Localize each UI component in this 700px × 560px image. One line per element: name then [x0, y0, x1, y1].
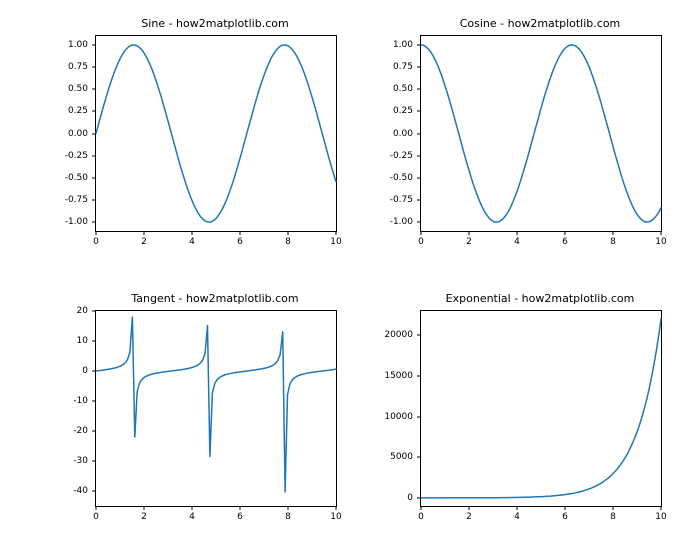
y-tick-label: 20000 — [363, 330, 413, 340]
plot-area — [421, 311, 661, 506]
cosine-curve — [421, 45, 661, 222]
plot-area — [421, 36, 661, 231]
plot-area — [96, 311, 336, 506]
axes-box: 0246810 -1.00-0.75-0.50-0.250.000.250.50… — [420, 35, 662, 232]
chart-title: Cosine - how2matplotlib.com — [420, 17, 660, 30]
y-tick-label: -0.50 — [38, 173, 88, 183]
chart-title: Tangent - how2matplotlib.com — [95, 292, 335, 305]
y-tick-label: -40 — [38, 486, 88, 496]
y-tick-label: 0.25 — [38, 106, 88, 116]
x-tick-label: 0 — [418, 237, 424, 247]
x-tick-label: 4 — [189, 237, 195, 247]
subplot-exponential: Exponential - how2matplotlib.com 0246810… — [420, 310, 660, 505]
y-tick-label: 0.50 — [38, 84, 88, 94]
chart-title: Sine - how2matplotlib.com — [95, 17, 335, 30]
x-tick-label: 2 — [466, 512, 472, 522]
x-tick-label: 8 — [610, 237, 616, 247]
y-tick-label: 0.75 — [38, 62, 88, 72]
x-tick-label: 10 — [330, 512, 341, 522]
x-tick-label: 6 — [562, 237, 568, 247]
figure: Sine - how2matplotlib.com 0246810 -1.00-… — [0, 0, 700, 560]
y-tick-label: 0.25 — [363, 106, 413, 116]
x-tick-label: 6 — [237, 512, 243, 522]
y-tick-label: 10000 — [363, 412, 413, 422]
x-tick-label: 8 — [285, 237, 291, 247]
x-tick-label: 6 — [237, 237, 243, 247]
subplot-sine: Sine - how2matplotlib.com 0246810 -1.00-… — [95, 35, 335, 230]
y-tick-label: 0.00 — [363, 129, 413, 139]
y-tick-label: -20 — [38, 426, 88, 436]
y-tick-label: -0.75 — [363, 195, 413, 205]
x-tick-label: 2 — [141, 512, 147, 522]
y-tick-label: 15000 — [363, 371, 413, 381]
y-tick-label: 0.00 — [38, 129, 88, 139]
x-tick-label: 2 — [466, 237, 472, 247]
y-tick-label: -0.50 — [363, 173, 413, 183]
x-tick-label: 4 — [189, 512, 195, 522]
y-tick-label: 1.00 — [38, 40, 88, 50]
x-tick-label: 2 — [141, 237, 147, 247]
y-tick-label: -0.25 — [38, 151, 88, 161]
y-tick-label: 0.75 — [363, 62, 413, 72]
x-tick-label: 8 — [285, 512, 291, 522]
x-tick-label: 8 — [610, 512, 616, 522]
chart-title: Exponential - how2matplotlib.com — [420, 292, 660, 305]
axes-box: 0246810 -1.00-0.75-0.50-0.250.000.250.50… — [95, 35, 337, 232]
x-tick-label: 4 — [514, 512, 520, 522]
y-tick-label: 0 — [363, 493, 413, 503]
x-tick-label: 6 — [562, 512, 568, 522]
x-tick-label: 10 — [655, 512, 666, 522]
y-tick-label: -0.25 — [363, 151, 413, 161]
exponential-curve — [421, 319, 661, 498]
x-tick-label: 10 — [330, 237, 341, 247]
plot-area — [96, 36, 336, 231]
y-tick-label: 10 — [38, 336, 88, 346]
y-tick-label: 1.00 — [363, 40, 413, 50]
sine-curve — [96, 45, 336, 222]
x-tick-label: 0 — [93, 512, 99, 522]
x-tick-label: 4 — [514, 237, 520, 247]
x-tick-label: 0 — [418, 512, 424, 522]
y-tick-label: -1.00 — [38, 217, 88, 227]
y-tick-label: 20 — [38, 306, 88, 316]
subplot-tangent: Tangent - how2matplotlib.com 0246810 -40… — [95, 310, 335, 505]
x-tick-label: 0 — [93, 237, 99, 247]
y-tick-label: -30 — [38, 456, 88, 466]
axes-box: 0246810 05000100001500020000 — [420, 310, 662, 507]
axes-box: 0246810 -40-30-20-1001020 — [95, 310, 337, 507]
tangent-curve — [96, 317, 336, 492]
y-tick-label: 5000 — [363, 452, 413, 462]
y-tick-label: -10 — [38, 396, 88, 406]
y-tick-label: 0.50 — [363, 84, 413, 94]
subplot-cosine: Cosine - how2matplotlib.com 0246810 -1.0… — [420, 35, 660, 230]
y-tick-label: -1.00 — [363, 217, 413, 227]
y-tick-label: -0.75 — [38, 195, 88, 205]
y-tick-label: 0 — [38, 366, 88, 376]
x-tick-label: 10 — [655, 237, 666, 247]
